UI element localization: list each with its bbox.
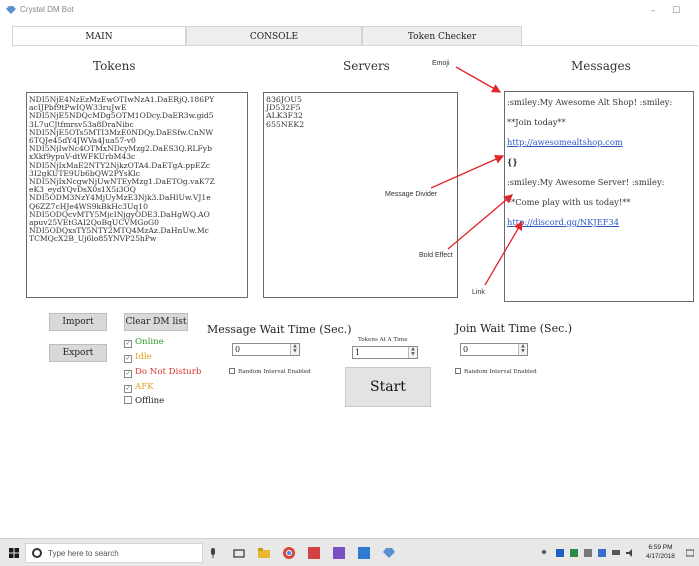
- status-offline-label: Offline: [135, 396, 165, 406]
- spinner-arrows-icon[interactable]: ▲ ▼: [518, 344, 527, 355]
- join-random-interval-label: Random Interval Enabled: [464, 369, 537, 375]
- message-random-interval-label: Random Interval Enabled: [238, 369, 311, 375]
- taskbar-clock[interactable]: 6:59 PM 4/17/2018: [646, 543, 675, 561]
- chrome-icon[interactable]: [283, 547, 295, 559]
- status-online-checkbox[interactable]: ✓ Online: [124, 337, 164, 348]
- checkbox-check-icon: ✓: [124, 340, 132, 348]
- tokens-at-a-time-value: 1: [355, 348, 361, 357]
- volume-icon[interactable]: [626, 549, 634, 557]
- message-wait-label: Message Wait Time (Sec.): [207, 323, 352, 336]
- checkbox-check-icon: ✓: [124, 370, 132, 378]
- status-offline-checkbox[interactable]: Offline: [124, 396, 164, 406]
- checkbox-empty-icon: [229, 368, 235, 374]
- tray-app-icon[interactable]: [570, 549, 578, 557]
- tray-app-icon[interactable]: [598, 549, 606, 557]
- arrow-link: [484, 220, 523, 286]
- app-blue-icon[interactable]: [358, 547, 370, 559]
- taskbar-search-box[interactable]: Type here to search: [25, 543, 203, 563]
- file-explorer-icon[interactable]: [258, 547, 270, 559]
- export-button[interactable]: Export: [49, 344, 107, 362]
- clock-time: 6:59 PM: [648, 544, 673, 551]
- checkbox-empty-icon: [124, 396, 132, 404]
- task-view-icon[interactable]: [233, 547, 245, 559]
- message-wait-value: 0: [235, 345, 241, 354]
- spinner-arrows-icon[interactable]: ▲ ▼: [290, 344, 299, 355]
- annotation-arrows: [430, 66, 523, 286]
- arrow-emoji: [455, 66, 502, 93]
- clear-dm-list-button[interactable]: Clear DM list: [124, 313, 188, 331]
- visual-studio-icon[interactable]: [333, 547, 345, 559]
- join-random-interval-checkbox[interactable]: Random Interval Enabled: [455, 368, 537, 375]
- taskbar: Type here to search 6:59 PM 4/17/2018: [0, 538, 699, 566]
- tokens-at-a-time-label: Tokens At A Time: [358, 337, 408, 343]
- crystal-bot-taskbar-icon[interactable]: [383, 547, 395, 559]
- tokens-at-a-time-input[interactable]: 1 ▲ ▼: [352, 346, 418, 359]
- checkbox-empty-icon: [455, 368, 461, 374]
- import-button[interactable]: Import: [49, 313, 107, 331]
- tray-app-icon[interactable]: [556, 549, 564, 557]
- microphone-icon[interactable]: [207, 547, 219, 559]
- message-wait-input[interactable]: 0 ▲ ▼: [232, 343, 300, 356]
- join-wait-value: 0: [463, 345, 469, 354]
- cortana-circle-icon: [32, 548, 42, 558]
- people-icon[interactable]: [540, 549, 548, 557]
- arrow-bold: [447, 194, 513, 250]
- notification-icon[interactable]: [686, 549, 694, 557]
- status-idle-label: Idle: [135, 352, 152, 362]
- app-red-icon[interactable]: [308, 547, 320, 559]
- join-wait-label: Join Wait Time (Sec.): [455, 322, 573, 335]
- status-dnd-checkbox[interactable]: ✓ Do Not Disturb: [124, 367, 201, 378]
- spinner-arrows-icon[interactable]: ▲ ▼: [408, 347, 417, 358]
- windows-start-icon[interactable]: [9, 548, 19, 558]
- status-idle-checkbox[interactable]: ✓ Idle: [124, 352, 152, 363]
- status-dnd-label: Do Not Disturb: [135, 367, 202, 377]
- status-afk-label: AFK: [135, 382, 154, 392]
- join-wait-input[interactable]: 0 ▲ ▼: [460, 343, 528, 356]
- start-button[interactable]: Start: [345, 367, 431, 407]
- tray-app-icon[interactable]: [584, 549, 592, 557]
- clock-date: 4/17/2018: [646, 553, 675, 560]
- checkbox-check-icon: ✓: [124, 385, 132, 393]
- message-random-interval-checkbox[interactable]: Random Interval Enabled: [229, 368, 311, 375]
- arrow-divider: [430, 155, 505, 189]
- taskbar-search-placeholder: Type here to search: [48, 549, 119, 558]
- status-afk-checkbox[interactable]: ✓ AFK: [124, 382, 154, 393]
- status-online-label: Online: [135, 337, 164, 347]
- checkbox-check-icon: ✓: [124, 355, 132, 363]
- network-icon[interactable]: [612, 549, 620, 557]
